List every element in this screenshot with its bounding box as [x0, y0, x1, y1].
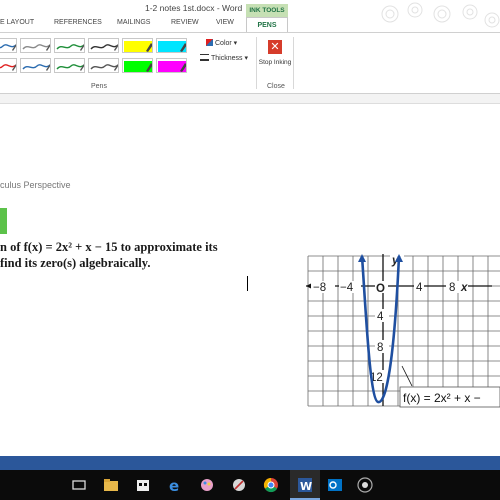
- pen-swatch[interactable]: [0, 58, 17, 73]
- pen-swatch[interactable]: [0, 38, 17, 53]
- text-cursor: [247, 276, 248, 291]
- pen-stroke-icon: [90, 64, 118, 71]
- outlook-app-icon[interactable]: [326, 476, 344, 494]
- thickness-label: Thickness: [211, 55, 243, 62]
- pen-swatch[interactable]: [156, 58, 187, 73]
- origin-label: O: [376, 283, 385, 295]
- pen-stroke-icon: [0, 44, 16, 51]
- ink-tools-context-label: INK TOOLS: [246, 4, 288, 17]
- chevron-down-icon: ▾: [231, 40, 238, 47]
- tab-view[interactable]: VIEW: [216, 19, 234, 26]
- taskbar: e W: [0, 470, 500, 500]
- snipping-tool-icon[interactable]: [230, 476, 248, 494]
- group-divider: [256, 37, 257, 89]
- highlighter-icon: [124, 61, 152, 72]
- highlighter-icon: [158, 61, 186, 72]
- pen-stroke-icon: [56, 44, 84, 51]
- chevron-down-icon: ▾: [242, 55, 248, 62]
- curve-arrow-icon: [358, 254, 366, 262]
- thickness-button[interactable]: Thickness ▾: [200, 54, 248, 62]
- pen-swatch[interactable]: [88, 38, 119, 53]
- edge-browser-icon[interactable]: e: [166, 476, 184, 494]
- task-view-icon[interactable]: [70, 476, 88, 494]
- pen-swatch[interactable]: [54, 58, 85, 73]
- x-tick-label: 8: [449, 282, 455, 294]
- recording-app-icon[interactable]: [356, 476, 374, 494]
- y-tick-label: 8: [377, 342, 383, 354]
- document-canvas[interactable]: culus Perspective n of f(x) = 2x² + x − …: [0, 94, 500, 456]
- x-tick-label: 4: [416, 282, 423, 294]
- pen-stroke-icon: [56, 64, 84, 71]
- x-tick-label: −8: [313, 282, 326, 294]
- pen-swatch[interactable]: [20, 58, 51, 73]
- window-title: 1-2 notes 1st.docx - Word: [145, 3, 243, 13]
- pen-stroke-icon: [0, 64, 16, 71]
- thickness-icon: [200, 54, 209, 61]
- word-window: 1-2 notes 1st.docx - Word INK TOOLS E LA…: [0, 0, 500, 500]
- question-text-line-2: find its zero(s) algebraically.: [0, 256, 151, 270]
- highlighter-icon: [158, 41, 186, 52]
- pen-stroke-icon: [90, 44, 118, 51]
- pen-swatch[interactable]: [88, 58, 119, 73]
- close-group-label: Close: [267, 83, 285, 90]
- pens-group-label: Pens: [91, 83, 107, 90]
- parabola-graph: −8 −4 O 4 8 x y 4 8 12 f(x) = 2x² + x −: [306, 254, 500, 408]
- store-icon[interactable]: [134, 476, 152, 494]
- stop-inking-button[interactable]: Stop Inking: [258, 58, 292, 67]
- pen-swatch[interactable]: [122, 58, 153, 73]
- pen-stroke-icon: [22, 64, 50, 71]
- svg-text:e: e: [169, 477, 179, 494]
- file-explorer-icon[interactable]: [102, 476, 120, 494]
- color-icon: [206, 39, 213, 46]
- pen-swatch[interactable]: [122, 38, 153, 53]
- section-heading: culus Perspective: [0, 180, 71, 190]
- x-tick-label: −4: [340, 282, 354, 294]
- function-label: f(x) = 2x² + x −: [403, 391, 481, 405]
- svg-text:W: W: [300, 480, 312, 493]
- grid-lines: [307, 255, 500, 407]
- horizontal-ruler: [0, 94, 500, 104]
- tab-page-layout[interactable]: E LAYOUT: [0, 19, 34, 26]
- chrome-browser-icon[interactable]: [262, 476, 280, 494]
- stop-inking-icon[interactable]: ✕: [268, 40, 282, 54]
- question-text-line-1: n of f(x) = 2x² + x − 15 to approximate …: [0, 240, 218, 254]
- color-label: Color: [215, 40, 232, 47]
- group-divider: [293, 37, 294, 89]
- pen-swatch[interactable]: [20, 38, 51, 53]
- pen-stroke-icon: [22, 44, 50, 51]
- x-axis-label: x: [460, 282, 468, 294]
- title-bar: 1-2 notes 1st.docx - Word INK TOOLS: [0, 0, 500, 28]
- ribbon: Color ▾ Thickness ▾ ✕ Stop Inking Pens C…: [0, 32, 500, 94]
- color-button[interactable]: Color ▾: [206, 39, 237, 47]
- highlighter-icon: [124, 41, 152, 52]
- y-tick-label: 4: [377, 311, 384, 323]
- paint-app-icon[interactable]: [198, 476, 216, 494]
- green-marker-block: [0, 208, 7, 234]
- tab-references[interactable]: REFERENCES: [54, 19, 102, 26]
- pen-swatch[interactable]: [156, 38, 187, 53]
- tab-pens[interactable]: PENS: [246, 17, 288, 33]
- status-bar: [0, 456, 500, 470]
- word-app-icon[interactable]: W: [296, 476, 314, 494]
- tab-review[interactable]: REVIEW: [171, 19, 199, 26]
- pen-swatch[interactable]: [54, 38, 85, 53]
- tab-mailings[interactable]: MAILINGS: [117, 19, 150, 26]
